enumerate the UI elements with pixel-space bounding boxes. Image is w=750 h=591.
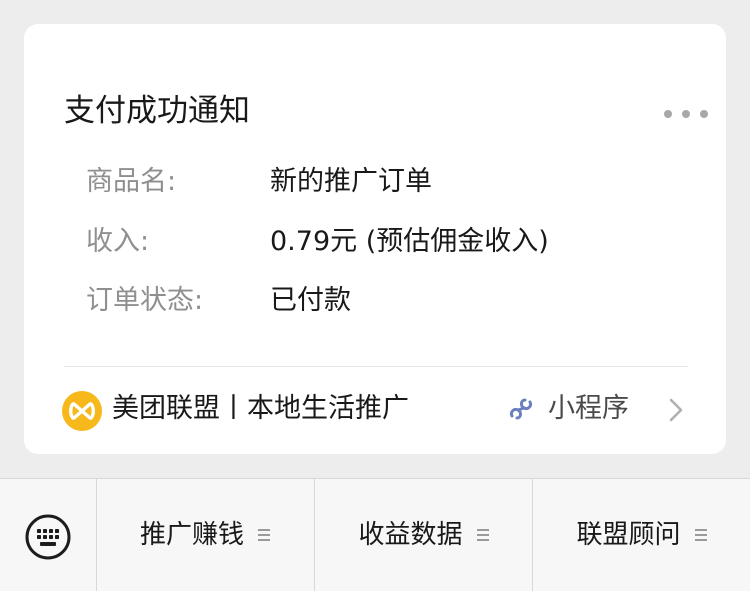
menu-item-label: 推广赚钱 (139, 520, 244, 550)
card-title: 支付成功通知 (64, 93, 250, 129)
product-name-value: 新的推广订单 (270, 166, 432, 197)
menu-item-label: 联盟顾问 (576, 520, 681, 550)
product-name-label: 商品名: (86, 166, 177, 197)
chevron-right-icon (666, 397, 686, 423)
more-dot-icon (664, 110, 672, 118)
menu-item-earnings-data[interactable]: 收益数据 (315, 479, 533, 591)
more-dot-icon (682, 110, 690, 118)
order-status-label: 订单状态: (86, 285, 204, 316)
submenu-list-icon (694, 529, 707, 541)
income-label: 收入: (86, 226, 150, 257)
meituan-union-logo-icon (62, 391, 102, 431)
keyboard-icon (25, 514, 71, 560)
menu-item-label: 收益数据 (358, 520, 463, 550)
app-name: 美团联盟丨本地生活推广 (112, 393, 409, 424)
income-value: 0.79元 (预估佣金收入) (270, 226, 549, 257)
mini-program-link-icon (506, 394, 536, 424)
submenu-list-icon (476, 529, 489, 541)
more-dot-icon (700, 110, 708, 118)
mini-program-link[interactable]: 美团联盟丨本地生活推广 小程序 (24, 367, 726, 454)
order-status-value: 已付款 (270, 285, 351, 316)
menu-item-promote-earn[interactable]: 推广赚钱 (96, 479, 315, 591)
service-menu-bar: 推广赚钱 收益数据 联盟顾问 (0, 478, 750, 591)
keyboard-toggle-button[interactable] (0, 479, 97, 591)
mini-program-label: 小程序 (548, 393, 629, 424)
submenu-list-icon (258, 529, 270, 541)
menu-item-union-advisor[interactable]: 联盟顾问 (533, 479, 750, 591)
more-options-button[interactable] (664, 102, 708, 126)
